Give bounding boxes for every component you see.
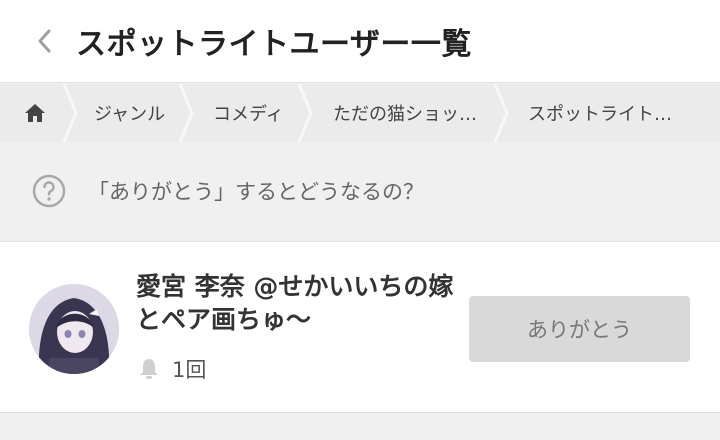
page-title: スポットライトユーザー一覧: [76, 27, 472, 62]
chevron-left-icon: [38, 29, 51, 53]
breadcrumb-item-genre[interactable]: ジャンル: [94, 84, 165, 142]
count-text: 1回: [172, 358, 207, 382]
breadcrumb-separator: [297, 84, 313, 142]
breadcrumb-separator: [62, 84, 78, 142]
app-header: スポットライトユーザー一覧: [0, 0, 720, 83]
help-text: 「ありがとう」するとどうなるの？: [88, 180, 424, 204]
question-circle-icon: [32, 174, 66, 208]
user-card: 愛宮 李奈 @せかいいちの嫁とペア画ちゅ〜 1回 ありがとう: [0, 241, 720, 413]
thanks-count: 1回: [138, 354, 206, 384]
breadcrumb: ジャンル コメディ ただの猫ショッ… スポットライト…: [0, 84, 720, 142]
back-button[interactable]: [24, 21, 64, 61]
breadcrumb-home[interactable]: [0, 84, 70, 142]
help-link[interactable]: 「ありがとう」するとどうなるの？: [0, 142, 720, 240]
user-name[interactable]: 愛宮 李奈 @せかいいちの嫁とペア画ちゅ〜: [136, 270, 456, 336]
bell-icon: [140, 359, 158, 379]
avatar-image: [29, 284, 119, 374]
breadcrumb-separator: [178, 84, 194, 142]
thanks-button[interactable]: ありがとう: [469, 296, 690, 362]
home-icon: [25, 104, 45, 122]
avatar[interactable]: [29, 284, 119, 374]
breadcrumb-item-comedy[interactable]: コメディ: [213, 84, 284, 142]
breadcrumb-item-spotlight[interactable]: スポットライト…: [528, 84, 672, 142]
breadcrumb-item-work[interactable]: ただの猫ショッ…: [333, 84, 477, 142]
breadcrumb-separator: [493, 84, 509, 142]
